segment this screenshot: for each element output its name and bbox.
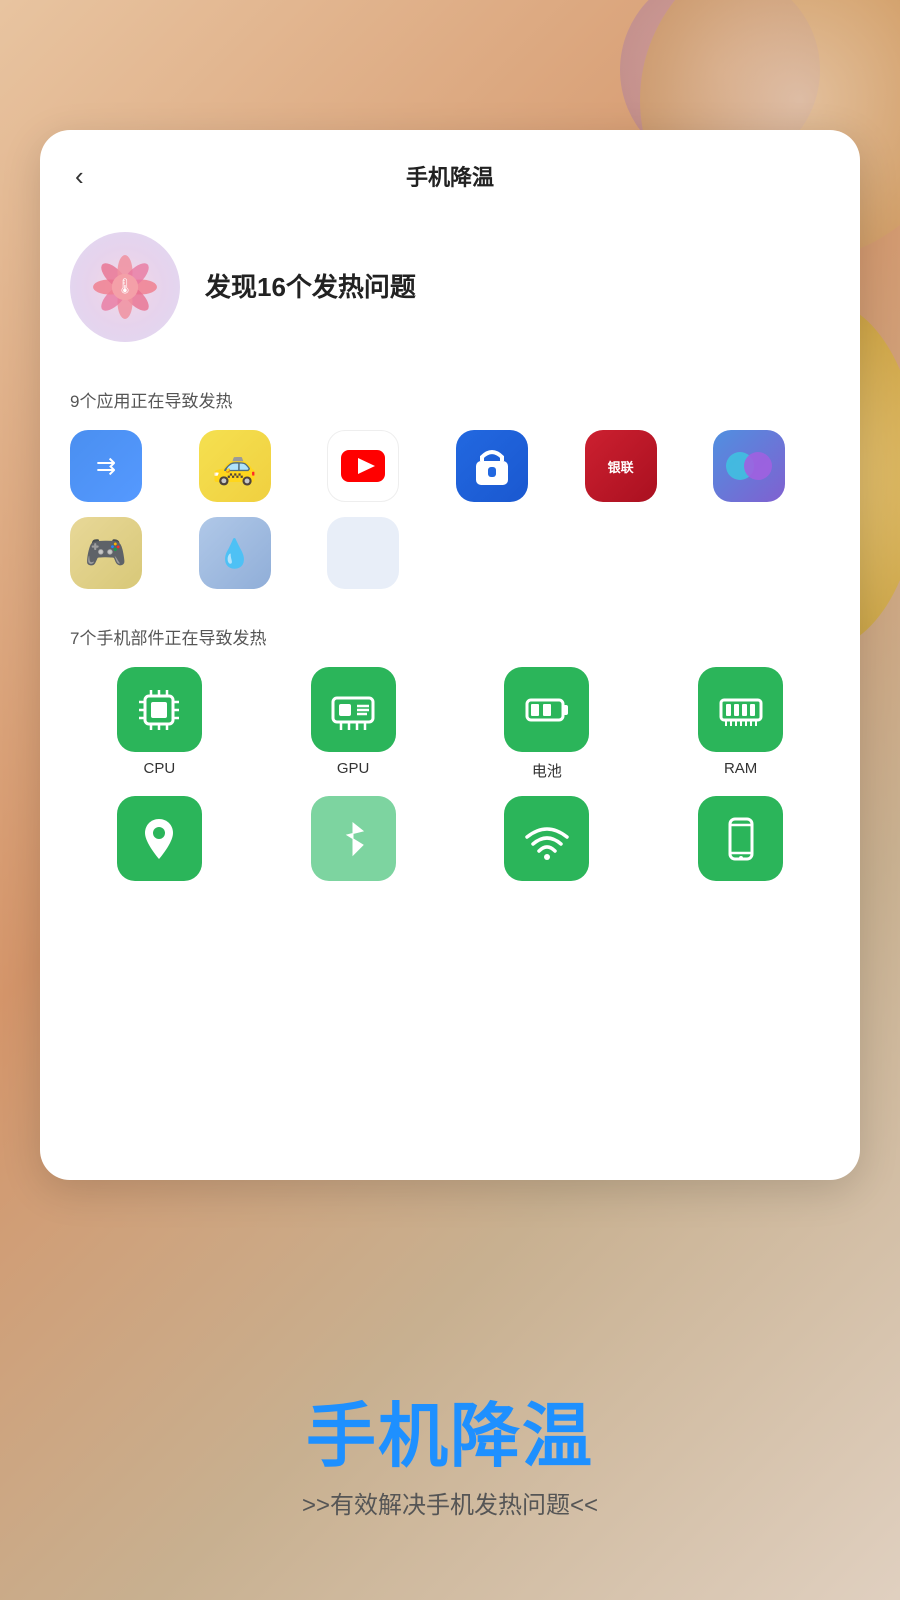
svg-text:🌡: 🌡 [115, 278, 134, 295]
app-icon-taxi[interactable]: 🚕 [199, 430, 271, 502]
app-icons-row1: ⇉ 🚕 银联 [70, 430, 830, 502]
screen-icon [717, 815, 765, 863]
battery-icon-box [504, 667, 589, 752]
fan-issue-text: 发现16个发热问题 [205, 269, 416, 305]
hw-cpu[interactable]: CPU [70, 667, 249, 781]
gpu-icon [329, 686, 377, 734]
cpu-icon [135, 686, 183, 734]
location-icon [135, 815, 183, 863]
app-icon-youtube[interactable] [327, 430, 399, 502]
bottom-subtitle: >>有效解决手机发热问题<< [0, 1485, 900, 1520]
battery-icon [523, 686, 571, 734]
card-title: 手机降温 [406, 160, 494, 192]
app-icon-empty3 [713, 517, 830, 589]
main-card: ‹ 手机降温 [40, 130, 860, 1180]
bottom-section: 手机降温 >>有效解决手机发热问题<< [0, 1398, 900, 1520]
app-icon-empty [456, 517, 573, 589]
ram-label: RAM [724, 760, 757, 777]
wifi-icon-box [504, 796, 589, 881]
wifi-icon [523, 815, 571, 863]
hw-bluetooth[interactable] [264, 796, 443, 881]
battery-label: 电池 [532, 760, 562, 781]
app-icons-row2: 🎮 💧 [70, 517, 830, 589]
fan-section: 🌡 发现16个发热问题 [70, 222, 830, 352]
location-icon-box [117, 796, 202, 881]
hw-location[interactable] [70, 796, 249, 881]
bluetooth-icon-box [311, 796, 396, 881]
cpu-label: CPU [144, 760, 176, 777]
app-icon-blue[interactable]: 💧 [199, 517, 271, 589]
app-icon-transfer[interactable]: ⇉ [70, 430, 142, 502]
bluetooth-icon [329, 815, 377, 863]
svg-text:⇉: ⇉ [96, 453, 116, 480]
lock-icon [474, 445, 510, 487]
fan-svg: 🌡 [78, 240, 172, 334]
hw-ram[interactable]: RAM [651, 667, 830, 781]
back-button[interactable]: ‹ [70, 158, 89, 194]
app-icon-empty2 [585, 517, 702, 589]
ram-icon [717, 686, 765, 734]
screen-icon-box [698, 796, 783, 881]
ram-icon-box [698, 667, 783, 752]
fan-icon: 🌡 [70, 232, 180, 342]
app-icon-placeholder-1 [327, 517, 399, 589]
bottom-title: 手机降温 [0, 1398, 900, 1475]
hw-section-label: 7个手机部件正在导致发热 [70, 624, 830, 649]
app-icon-game[interactable]: 🎮 [70, 517, 142, 589]
hw-icons-row2 [70, 796, 830, 881]
youtube-icon [341, 450, 385, 482]
hw-battery[interactable]: 电池 [458, 667, 637, 781]
gpu-icon-box [311, 667, 396, 752]
dual-icon [724, 448, 774, 484]
gpu-label: GPU [337, 760, 370, 777]
app-icon-lock[interactable] [456, 430, 528, 502]
card-header: ‹ 手机降温 [70, 160, 830, 192]
hw-wifi[interactable] [458, 796, 637, 881]
hw-gpu[interactable]: GPU [264, 667, 443, 781]
app-icon-unionpay[interactable]: 银联 [585, 430, 657, 502]
app-icon-dual[interactable] [713, 430, 785, 502]
hw-icons-row1: CPU GPU [70, 667, 830, 781]
hw-screen[interactable] [651, 796, 830, 881]
transfer-icon: ⇉ [86, 446, 126, 486]
cpu-icon-box [117, 667, 202, 752]
apps-section-label: 9个应用正在导致发热 [70, 387, 830, 412]
